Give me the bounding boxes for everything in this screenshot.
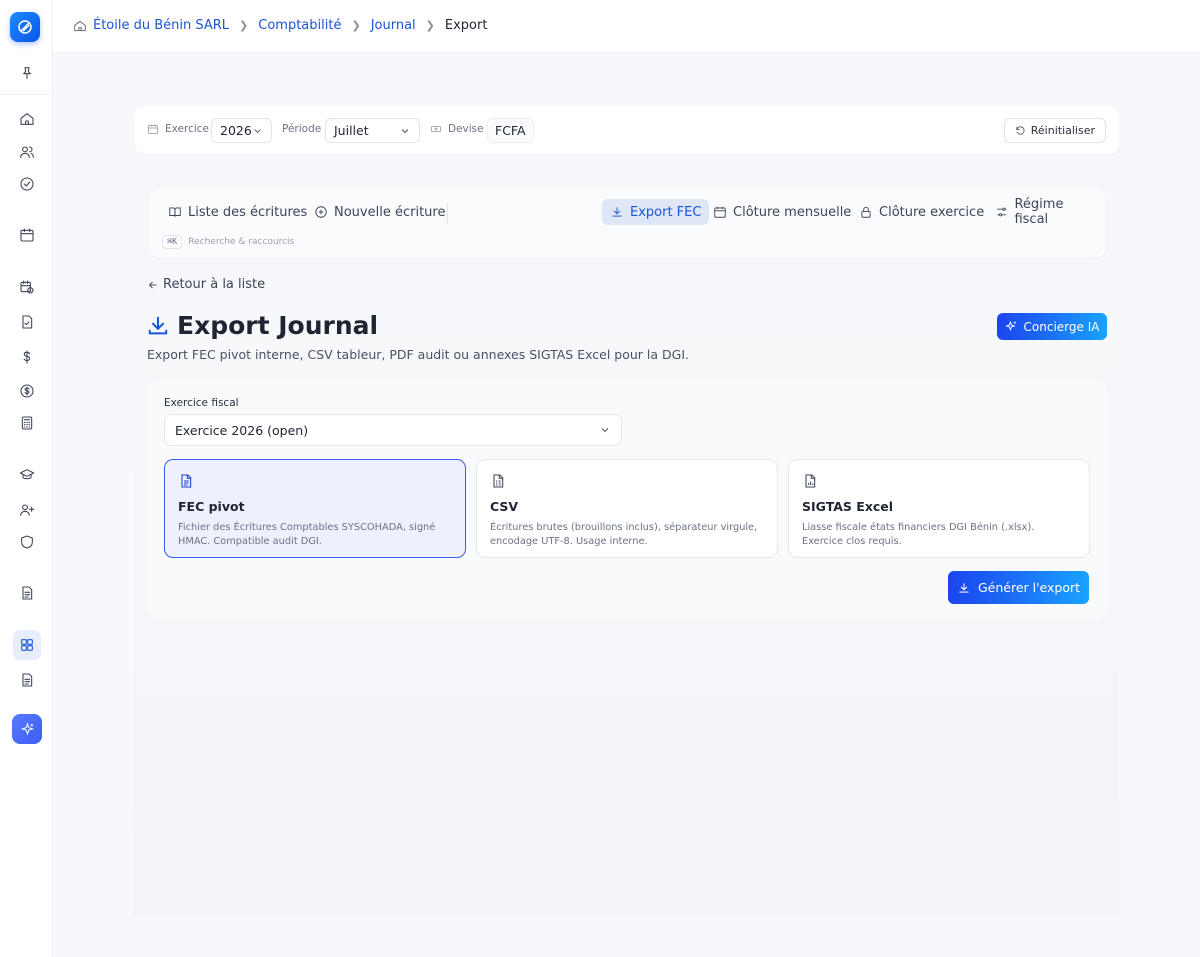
graduation-cap-icon[interactable] [17,465,37,485]
plus-circle-icon [315,206,327,218]
exercice-fiscal-select[interactable]: Exercice 2026 (open) [164,414,622,446]
format-title: CSV [490,499,519,514]
rotate-ccw-icon [1016,126,1025,135]
tab-nouvelle-ecriture[interactable]: Nouvelle écriture [306,199,453,225]
chevron-right-icon: ❯ [239,19,249,32]
user-plus-icon[interactable] [17,500,37,520]
book-icon [169,207,181,217]
breadcrumb-company[interactable]: Étoile du Bénin SARL [93,18,229,33]
document-icon [178,473,452,493]
subnav-divider [447,203,448,223]
app-logo-icon[interactable] [10,12,40,42]
arrow-left-icon [148,281,157,288]
format-description: Liasse fiscale états financiers DGI Béni… [802,522,1035,547]
devise-filter-label: Devise [430,123,484,135]
excel-file-icon [802,473,1076,493]
calendar-icon [148,124,158,134]
breadcrumb: Étoile du Bénin SARL ❯ Comptabilité ❯ Jo… [73,18,487,33]
grid-icon[interactable] [17,635,37,655]
chevron-down-icon [401,128,409,133]
devise-value: FCFA [487,118,534,143]
breadcrumb-comptabilite[interactable]: Comptabilité [258,18,341,33]
reset-button[interactable]: Réinitialiser [1003,118,1106,143]
dollar-icon[interactable] [17,347,37,367]
sparkles-icon [1004,320,1016,332]
left-rail [0,0,53,957]
format-description: Écritures brutes (brouillons inclus), sé… [490,522,758,547]
ai-sparkle-icon[interactable] [12,714,42,744]
format-option-csv[interactable]: CSV Écritures brutes (brouillons inclus)… [476,459,778,558]
concierge-ia-button[interactable]: Concierge IA [997,313,1107,340]
journal-subnav: Liste des écritures Nouvelle écriture Ex… [147,187,1107,259]
calendar-icon[interactable] [17,225,37,245]
format-description: Fichier des Écritures Comptables SYSCOHA… [178,522,436,547]
shortcut-label: Recherche & raccourcis [188,237,295,247]
filter-bar: Exercice 2026 Période Juillet Devise FCF… [134,106,1119,154]
shield-icon[interactable] [17,532,37,552]
sliders-icon [997,207,1007,217]
tab-cloture-exercice[interactable]: Clôture exercice [851,199,992,225]
home-icon[interactable] [17,109,37,129]
generate-export-button[interactable]: Générer l'export [948,571,1089,604]
tab-regime-fiscal[interactable]: Régime fiscal [987,197,1106,227]
calculator-icon[interactable] [17,413,37,433]
document-list-icon[interactable] [17,670,37,690]
csv-file-icon [490,473,764,493]
exercice-filter-label: Exercice [147,123,209,135]
chevron-right-icon: ❯ [425,19,435,32]
periode-select[interactable]: Juillet [325,118,420,143]
download-icon [148,316,168,334]
pin-icon[interactable] [17,63,37,83]
top-bar: Étoile du Bénin SARL ❯ Comptabilité ❯ Jo… [53,0,1200,53]
format-title: SIGTAS Excel [802,499,894,514]
file-text-icon[interactable] [17,583,37,603]
breadcrumb-current: Export [444,18,488,33]
banknote-icon [431,126,441,132]
breadcrumb-journal[interactable]: Journal [371,18,416,33]
calendar-clock-icon[interactable] [17,277,37,297]
page-subtitle: Export FEC pivot interne, CSV tableur, P… [147,347,689,362]
tab-cloture-mensuelle[interactable]: Clôture mensuelle [705,199,859,225]
chevron-down-icon [601,428,609,433]
check-circle-icon[interactable] [17,174,37,194]
format-option-fec[interactable]: FEC pivot Fichier des Écritures Comptabl… [164,459,466,558]
exercice-select[interactable]: 2026 [211,118,272,143]
file-check-icon[interactable] [17,312,37,332]
page-title: Export Journal [147,311,378,340]
format-title: FEC pivot [178,499,245,514]
format-option-sigtas[interactable]: SIGTAS Excel Liasse fiscale états financ… [788,459,1090,558]
home-icon[interactable] [73,19,87,33]
exercice-fiscal-label: Exercice fiscal [164,397,239,409]
chevron-down-icon [254,128,261,133]
shortcut-key: ⌘K [162,235,183,249]
coin-icon[interactable] [17,381,37,401]
command-palette-hint[interactable]: ⌘K Recherche & raccourcis [162,235,294,249]
chevron-right-icon: ❯ [351,19,361,32]
calendar-icon [714,206,726,218]
rail-divider [0,94,53,95]
periode-filter-label: Période [282,123,322,135]
download-icon [612,207,622,217]
users-icon[interactable] [17,142,37,162]
tab-liste-ecritures[interactable]: Liste des écritures [160,199,315,225]
lock-icon [861,206,871,218]
back-link[interactable]: Retour à la liste [147,277,265,292]
tab-export-fec[interactable]: Export FEC [602,199,710,225]
download-icon [959,582,969,593]
